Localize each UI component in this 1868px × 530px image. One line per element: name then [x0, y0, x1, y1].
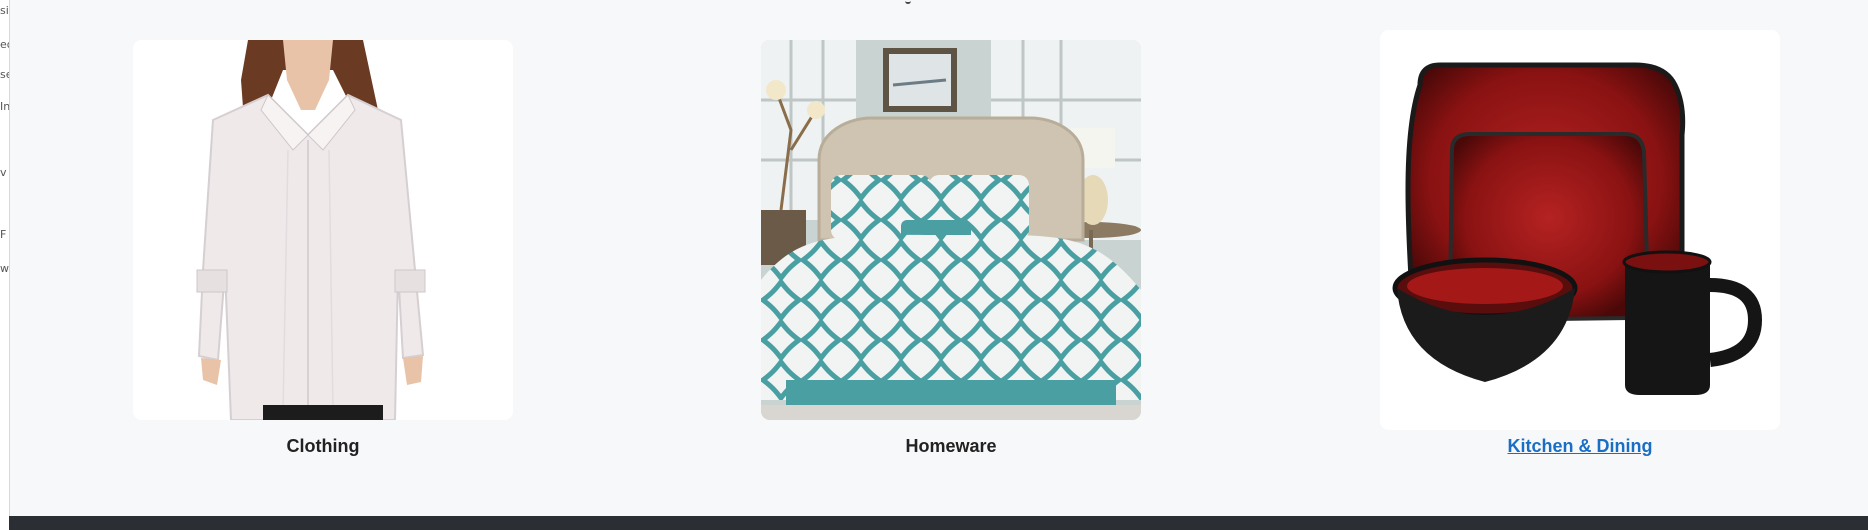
category-card-kitchen-dining[interactable]: Kitchen & Dining — [1380, 30, 1780, 460]
category-card-clothing[interactable]: Clothing — [133, 40, 513, 460]
category-card-homeware[interactable]: Homeware — [761, 40, 1141, 460]
clothing-image[interactable] — [133, 40, 513, 420]
adjacent-window-edge: si eo se In v F w — [0, 0, 10, 530]
category-link-kitchen-dining[interactable]: Kitchen & Dining — [1380, 436, 1780, 457]
homeware-image[interactable] — [761, 40, 1141, 420]
footer-bar — [9, 516, 1868, 530]
bedding-illustration — [761, 40, 1141, 420]
category-label-homeware[interactable]: Homeware — [761, 436, 1141, 457]
shirt-illustration — [133, 40, 513, 420]
kitchen-dining-image[interactable] — [1380, 30, 1780, 430]
category-label-clothing[interactable]: Clothing — [133, 436, 513, 457]
section-heading-fragment — [905, 0, 911, 4]
dinnerware-illustration — [1380, 30, 1780, 430]
